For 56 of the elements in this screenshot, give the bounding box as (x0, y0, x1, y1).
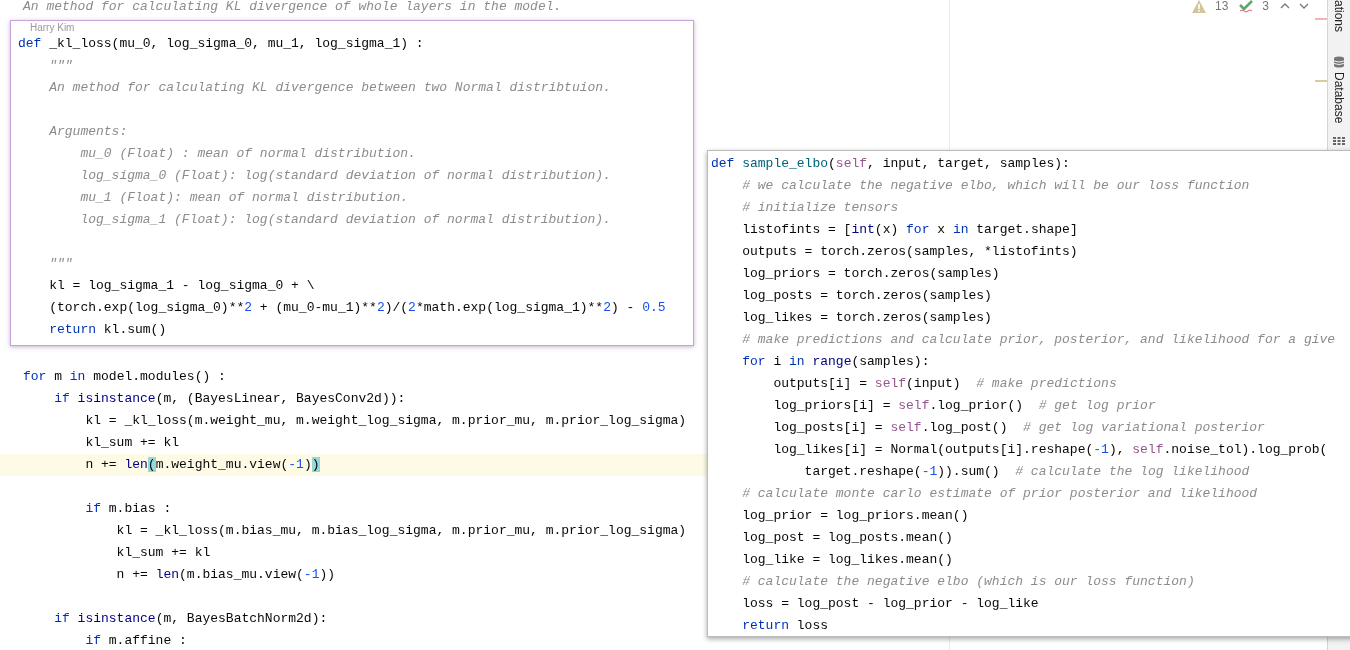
code-line: outputs = torch.zeros(samples, *listofints) (741, 243, 1078, 261)
code-line: """ (48, 255, 73, 273)
code-line: n += len(m.weight_mu.view(-1)) (84, 456, 320, 474)
code-line: mu_1 (Float): mean of normal distribution. (79, 189, 409, 207)
code-line: kl = log_sigma_1 - log_sigma_0 + \ (48, 277, 315, 295)
code-line: n += len(m.bias_mu.view(-1)) (115, 566, 336, 584)
down-caret-icon[interactable] (1299, 3, 1309, 9)
code-line: log_posts[i] = self.log_post() # get log variational posterior (772, 419, 1265, 437)
code-line: def _kl_loss(mu_0, log_sigma_0, mu_1, log_sigma_1) : (18, 35, 424, 53)
code-line: """ (48, 57, 73, 75)
up-caret-icon[interactable] (1280, 3, 1290, 9)
code-line: # calculate monte carlo estimate of prior posterior and likelihood (741, 485, 1258, 503)
code-line: log_sigma_0 (Float): log(standard deviation of normal distribution). (79, 167, 611, 185)
code-line: return kl.sum() (48, 321, 167, 339)
database-icon[interactable] (1333, 56, 1345, 69)
check-icon[interactable] (1239, 0, 1254, 13)
code-line: for m in model.modules() : (23, 368, 226, 386)
code-line: mu_0 (Float) : mean of normal distribution. (79, 145, 416, 163)
code-line: for i in range(samples): (741, 353, 930, 371)
code-line: if isinstance(m, (BayesLinear, BayesConv2d)): (53, 390, 406, 408)
code-line: kl_sum += kl (115, 544, 211, 562)
code-line: log_priors[i] = self.log_prior() # get log prior (772, 397, 1156, 415)
code-line: if m.bias : (84, 500, 172, 518)
weak-warning-count: 3 (1262, 0, 1269, 12)
code-line: # make predictions and calculate prior, posterior, and likelihood for a give (741, 331, 1336, 349)
code-line: # we calculate the negative elbo, which will be our loss function (741, 177, 1250, 195)
author-hint: Harry Kim (29, 22, 75, 33)
code-line: if m.affine : (84, 632, 187, 650)
code-line: kl_sum += kl (84, 434, 180, 452)
code-line: (torch.exp(log_sigma_0)**2 + (mu_0-mu_1)**2)/(2*math.exp(log_sigma_1)**2) - 0.5 (48, 299, 666, 317)
code-line: if isinstance(m, BayesBatchNorm2d): (53, 610, 328, 628)
code-line: log_priors = torch.zeros(samples) (741, 265, 1000, 283)
code-line: log_post = log_posts.mean() (741, 529, 953, 547)
code-line: log_like = log_likes.mean() (741, 551, 953, 569)
tool-window-tab[interactable]: Database (1332, 68, 1346, 128)
code-line: kl = _kl_loss(m.bias_mu, m.bias_log_sigma, m.prior_mu, m.prior_log_sigma) (115, 522, 687, 540)
code-line: An method for calculating KL divergence between two Normal distribtuion. (48, 79, 611, 97)
code-line: log_likes[i] = Normal(outputs[i].reshape(-1), self.noise_tol).log_prob( (772, 441, 1328, 459)
code-line: loss = log_post - log_prior - log_like (741, 595, 1039, 613)
code-line: return loss (741, 617, 829, 635)
code-line: Arguments: (48, 123, 128, 141)
warning-count: 13 (1214, 0, 1229, 12)
code-line: log_posts = torch.zeros(samples) (741, 287, 992, 305)
code-line: An method for calculating KL divergence of whole layers in the model. (23, 0, 562, 16)
code-line: listofints = [int(x) for x in target.shape] (741, 221, 1078, 239)
code-line: outputs[i] = self(input) # make predictions (772, 375, 1117, 393)
code-line: log_likes = torch.zeros(samples) (741, 309, 992, 327)
code-line: # initialize tensors (741, 199, 899, 217)
code-line: log_sigma_1 (Float): log(standard deviation of normal distribution). (79, 211, 611, 229)
code-line: log_prior = log_priors.mean() (741, 507, 969, 525)
code-line: target.reshape(-1)).sum() # calculate the log likelihood (803, 463, 1250, 481)
code-line: # calculate the negative elbo (which is our loss function) (741, 573, 1195, 591)
code-line: def sample_elbo(self, input, target, samples): (711, 155, 1070, 173)
code-line: kl = _kl_loss(m.weight_mu, m.weight_log_sigma, m.prior_mu, m.prior_log_sigma) (84, 412, 687, 430)
grid-icon[interactable] (1333, 137, 1345, 146)
tool-window-tab[interactable]: ations (1332, 0, 1346, 37)
